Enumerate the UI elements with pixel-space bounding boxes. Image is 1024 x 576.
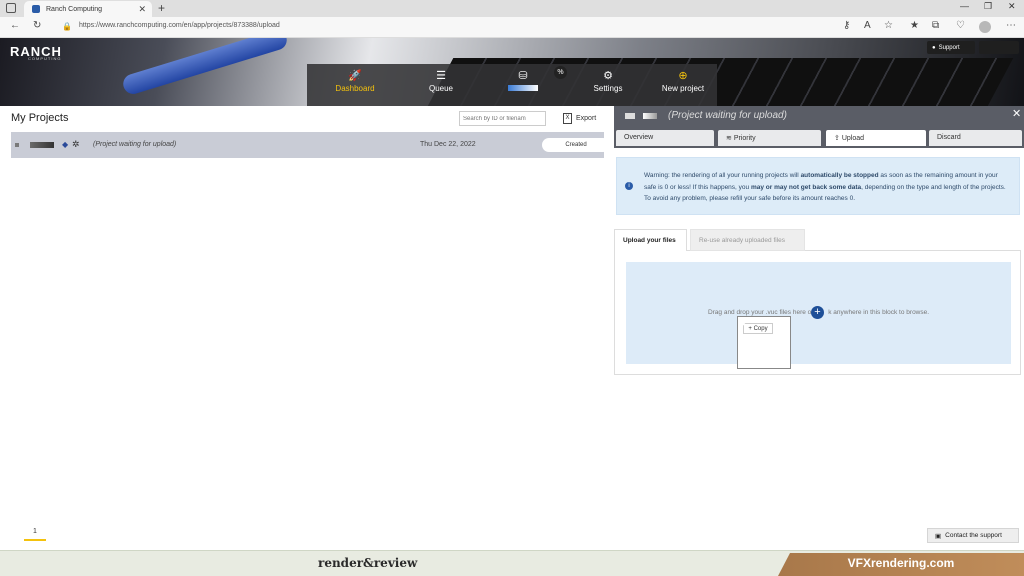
- refresh-icon[interactable]: ↻: [33, 20, 41, 31]
- tab-discard[interactable]: Discard: [929, 130, 1022, 146]
- site-logo-sub: COMPUTING: [28, 56, 62, 61]
- profile-avatar[interactable]: [979, 21, 991, 33]
- nav-settings-label: Settings: [593, 84, 623, 93]
- project-flag-icon: [625, 113, 635, 119]
- support-button[interactable]: ● Support: [927, 41, 975, 54]
- coins-icon: ⛁: [518, 70, 528, 82]
- new-tab-icon[interactable]: +: [158, 1, 165, 15]
- favicon-icon: [32, 5, 40, 13]
- minimize-icon[interactable]: —: [960, 1, 969, 11]
- nav-dashboard[interactable]: 🚀 Dashboard: [317, 68, 393, 93]
- gear-icon: ✲: [72, 139, 80, 149]
- back-icon[interactable]: ←: [10, 20, 20, 31]
- project-date: Thu Dec 22, 2022: [420, 141, 476, 148]
- discount-badge[interactable]: %: [554, 66, 567, 79]
- warning-text: Warning: the rendering of all your runni…: [644, 172, 1006, 202]
- restore-icon[interactable]: ❐: [984, 1, 992, 12]
- banner-pen-image: [120, 38, 290, 97]
- copy-tooltip: + Copy: [743, 323, 773, 334]
- tab-priority[interactable]: ≋ Priority: [718, 130, 821, 146]
- vfx-brand: VFXrendering.com: [847, 556, 955, 570]
- contact-support-label: Contact the support: [945, 532, 1002, 539]
- contact-support-button[interactable]: ▣ Contact the support: [927, 528, 1019, 543]
- status-badge: Created: [542, 138, 610, 152]
- url-field[interactable]: https://www.ranchcomputing.com/en/app/pr…: [79, 22, 280, 29]
- close-icon[interactable]: ✕: [1012, 107, 1021, 120]
- tab-upload-label: Upload: [841, 135, 864, 142]
- more-menu-icon[interactable]: ⋯: [1006, 20, 1016, 31]
- tab-upload[interactable]: ⇪ Upload: [826, 130, 926, 146]
- add-file-icon[interactable]: +: [811, 306, 824, 319]
- layers-icon: ≋: [726, 135, 734, 142]
- browser-tab[interactable]: Ranch Computing ✕: [24, 1, 152, 17]
- nav-credits-value: [508, 85, 538, 91]
- export-button[interactable]: X Export: [563, 113, 596, 124]
- render-review-logo: render&review: [318, 556, 418, 570]
- upload-icon: ⇪: [834, 135, 842, 142]
- project-detail-title: (Project waiting for upload): [668, 110, 787, 121]
- gears-icon: ⚙: [603, 70, 613, 82]
- project-name: (Project waiting for upload): [93, 141, 177, 148]
- support-label: Support: [938, 44, 960, 51]
- browser-tab-bar: [0, 0, 1024, 17]
- close-window-icon[interactable]: ✕: [1008, 1, 1016, 12]
- plus-circle-icon: ⊕: [678, 70, 688, 82]
- health-icon[interactable]: ♡: [956, 20, 965, 31]
- key-icon[interactable]: ⚷: [843, 20, 850, 31]
- page-1[interactable]: 1: [24, 528, 46, 541]
- tab-actions-icon[interactable]: [6, 3, 16, 13]
- list-check-icon: ☰: [436, 70, 446, 82]
- nav-settings[interactable]: ⚙ Settings: [570, 68, 646, 93]
- rocket-icon: 🚀: [348, 70, 362, 82]
- chat-icon: ▣: [935, 532, 942, 540]
- software-icon: ◆: [62, 140, 69, 149]
- question-icon: ●: [932, 44, 936, 51]
- tab-priority-label: Priority: [733, 135, 756, 142]
- nav-new-project-label: New project: [661, 84, 705, 93]
- nav-queue[interactable]: ☰ Queue: [403, 68, 479, 93]
- project-row[interactable]: ◆ ✲ (Project waiting for upload) Thu Dec…: [11, 132, 610, 158]
- project-id-redacted: [30, 142, 54, 148]
- tab-upload-files[interactable]: Upload your files: [614, 229, 687, 251]
- project-id-redacted: [643, 113, 657, 119]
- nav-queue-label: Queue: [428, 84, 454, 93]
- nav-dashboard-label: Dashboard: [335, 84, 375, 93]
- page-title: My Projects: [11, 112, 69, 124]
- read-aloud-icon[interactable]: A: [864, 20, 871, 31]
- nav-credits[interactable]: ⛁: [485, 68, 561, 93]
- tab-overview[interactable]: Overview: [616, 130, 714, 146]
- row-checkbox[interactable]: [15, 143, 19, 147]
- close-tab-icon[interactable]: ✕: [138, 4, 146, 15]
- add-favorite-icon[interactable]: ☆: [884, 20, 893, 31]
- excel-icon: X: [563, 113, 572, 124]
- favorites-icon[interactable]: ★: [910, 20, 919, 31]
- search-input[interactable]: [459, 111, 546, 126]
- tab-title: Ranch Computing: [46, 5, 103, 13]
- collections-icon[interactable]: ⧉: [932, 20, 939, 31]
- lock-icon[interactable]: 🔒: [62, 22, 72, 31]
- nav-new-project[interactable]: ⊕ New project: [645, 68, 721, 93]
- export-label: Export: [576, 115, 597, 122]
- language-button[interactable]: [979, 41, 1019, 54]
- tab-reuse-files[interactable]: Re-use already uploaded files: [690, 229, 805, 251]
- info-icon: i: [625, 182, 633, 190]
